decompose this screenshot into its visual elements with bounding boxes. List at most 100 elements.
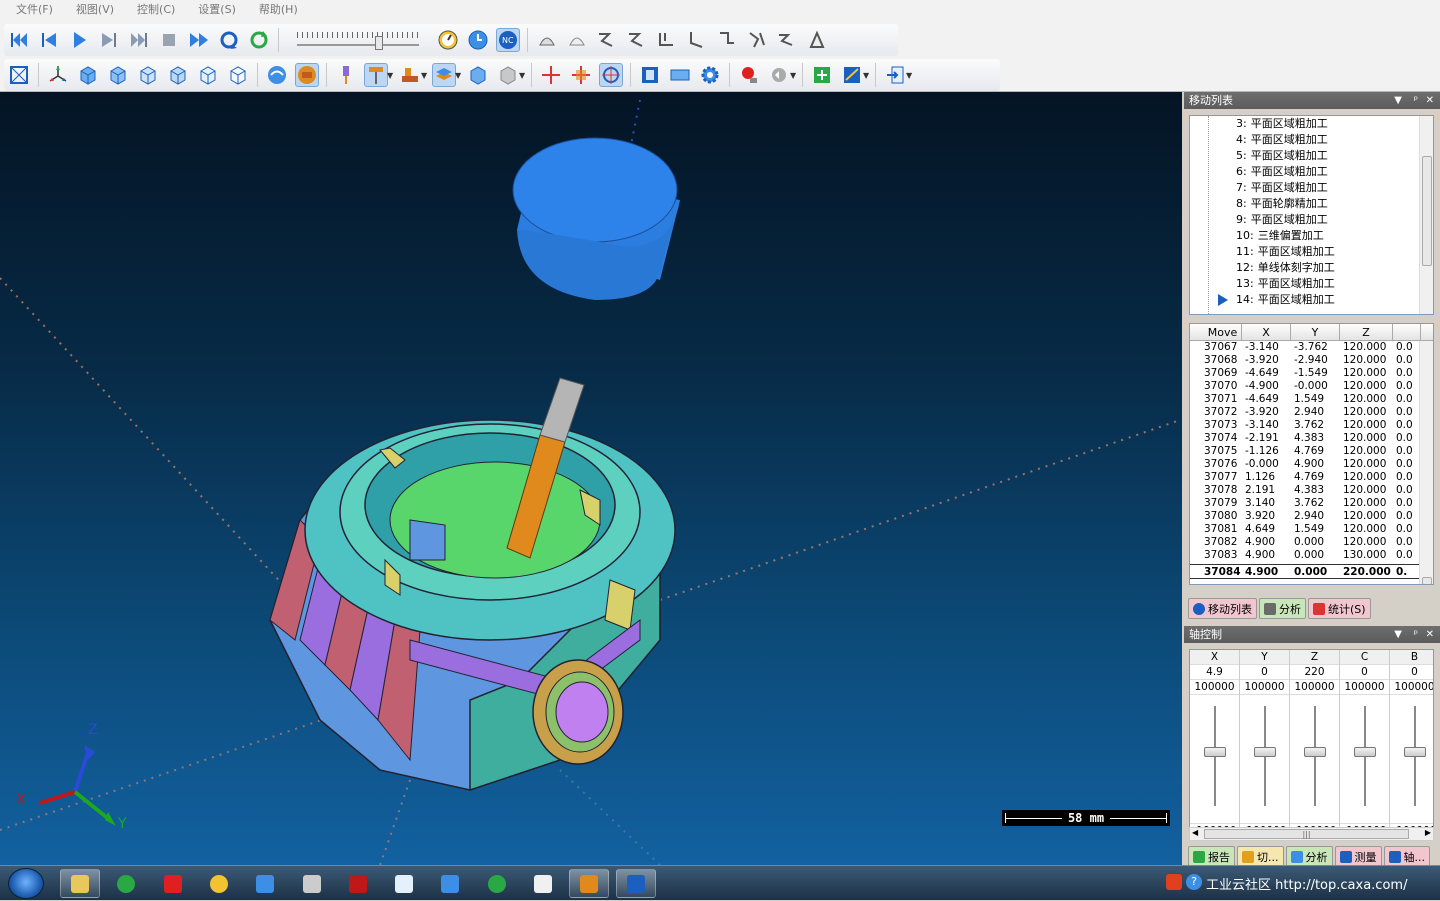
table-row[interactable]: 37082 4.900 0.000 120.000 0.0 xyxy=(1190,536,1433,549)
tool-path-2-icon[interactable] xyxy=(625,28,649,52)
taskbar-app-button[interactable] xyxy=(245,869,285,898)
layers-icon[interactable] xyxy=(496,63,520,87)
left-view-icon[interactable] xyxy=(136,63,160,87)
tool-path-8-icon[interactable] xyxy=(805,28,829,52)
table-row[interactable]: 37081 4.649 1.549 120.000 0.0 xyxy=(1190,523,1433,536)
tree-item[interactable]: 12: 单线体刻字加工 xyxy=(1190,260,1433,276)
scroll-thumb[interactable] xyxy=(1422,577,1432,584)
dropdown-arrow[interactable]: ▼ xyxy=(790,71,798,80)
col-move[interactable]: Move xyxy=(1190,324,1242,340)
tab-move-list[interactable]: 移动列表 xyxy=(1188,598,1257,619)
add-icon[interactable] xyxy=(810,63,834,87)
tree-item[interactable]: 8: 平面轮廓精加工 xyxy=(1190,196,1433,212)
tree-item[interactable]: 9: 平面区域粗加工 xyxy=(1190,212,1433,228)
tree-item[interactable]: 3: 平面区域粗加工 xyxy=(1190,116,1433,132)
taskbar-app-button[interactable] xyxy=(430,869,470,898)
iso-view-icon[interactable] xyxy=(46,63,70,87)
menu-control[interactable]: 控制(C) xyxy=(121,0,182,17)
skip-to-start-icon[interactable] xyxy=(7,28,31,52)
undo-icon[interactable] xyxy=(767,63,791,87)
table-row[interactable]: 37074 -2.191 4.383 120.000 0.0 xyxy=(1190,432,1433,445)
tab-statistics[interactable]: 统计(S) xyxy=(1308,598,1371,619)
axis-slider-thumb[interactable] xyxy=(1404,747,1426,757)
gauge-icon[interactable] xyxy=(436,28,460,52)
axis-value[interactable]: 4.9 xyxy=(1190,665,1239,680)
tree-item[interactable]: 13: 平面区域粗加工 xyxy=(1190,276,1433,292)
tree-item[interactable]: 14: 平面区域粗加工 xyxy=(1190,292,1433,308)
dropdown-arrow[interactable]: ▼ xyxy=(906,71,914,80)
tree-item[interactable]: 4: 平面区域粗加工 xyxy=(1190,132,1433,148)
axis-max[interactable]: 100000 xyxy=(1390,680,1433,695)
compare-icon[interactable] xyxy=(599,63,623,87)
scroll-thumb[interactable]: ||| xyxy=(1204,829,1409,839)
axis-value[interactable]: 220 xyxy=(1290,665,1339,680)
step-forward-icon[interactable] xyxy=(97,28,121,52)
film-icon[interactable] xyxy=(638,63,662,87)
col-z[interactable]: Z xyxy=(1340,324,1393,340)
nc-icon[interactable]: NC xyxy=(496,28,520,52)
tool-path-6-icon[interactable] xyxy=(745,28,769,52)
front-view-icon[interactable] xyxy=(76,63,100,87)
axis-max[interactable]: 100000 xyxy=(1190,680,1239,695)
dropdown-arrow[interactable]: ▼ xyxy=(519,71,527,80)
table-row[interactable]: 37071 -4.649 1.549 120.000 0.0 xyxy=(1190,393,1433,406)
drop-outline-icon[interactable] xyxy=(565,28,589,52)
refresh-icon[interactable] xyxy=(247,28,271,52)
loop-icon[interactable] xyxy=(217,28,241,52)
slider-thumb[interactable] xyxy=(375,36,383,50)
taskbar-app-button[interactable] xyxy=(292,869,332,898)
menu-help[interactable]: 帮助(H) xyxy=(243,0,305,17)
table-row[interactable]: 37067 -3.140 -3.762 120.000 0.0 xyxy=(1190,341,1433,354)
gear-icon[interactable] xyxy=(698,63,722,87)
pin-icon[interactable]: ᵖ xyxy=(1414,626,1418,643)
tool-holder-icon[interactable] xyxy=(364,63,388,87)
pin-icon[interactable]: ᵖ xyxy=(1414,92,1418,109)
tool-path-3-icon[interactable] xyxy=(655,28,679,52)
table-row[interactable]: 37068 -3.920 -2.940 120.000 0.0 xyxy=(1190,354,1433,367)
axis-slider-thumb[interactable] xyxy=(1204,747,1226,757)
taskbar-app-button[interactable] xyxy=(106,869,146,898)
col-extra[interactable] xyxy=(1393,324,1421,340)
col-x[interactable]: X xyxy=(1242,324,1291,340)
taskbar-app-button[interactable] xyxy=(153,869,193,898)
panel-menu-icon[interactable]: ▼ xyxy=(1394,626,1402,643)
table-row[interactable]: 37079 3.140 3.762 120.000 0.0 xyxy=(1190,497,1433,510)
tool-path-5-icon[interactable] xyxy=(715,28,739,52)
top-view-icon[interactable] xyxy=(196,63,220,87)
stop-icon[interactable] xyxy=(157,28,181,52)
tree-item[interactable]: 11: 平面区域粗加工 xyxy=(1190,244,1433,260)
close-icon[interactable]: ✕ xyxy=(1426,626,1434,643)
taskbar-app-button[interactable] xyxy=(338,869,378,898)
axis-max[interactable]: 100000 xyxy=(1340,680,1389,695)
taskbar-app-button[interactable] xyxy=(569,869,610,898)
scroll-right-icon[interactable]: ▶ xyxy=(1425,828,1431,837)
bottom-view-icon[interactable] xyxy=(226,63,250,87)
col-y[interactable]: Y xyxy=(1291,324,1340,340)
record-icon[interactable] xyxy=(737,63,761,87)
tab-cut[interactable]: 切... xyxy=(1237,846,1284,867)
drop-icon[interactable] xyxy=(535,28,559,52)
skip-to-end-icon[interactable] xyxy=(127,28,151,52)
dropdown-arrow[interactable]: ▼ xyxy=(455,71,463,80)
tab-report[interactable]: 报告 xyxy=(1188,846,1235,867)
sphere-icon[interactable] xyxy=(265,63,289,87)
table-row[interactable]: 37069 -4.649 -1.549 120.000 0.0 xyxy=(1190,367,1433,380)
menu-settings[interactable]: 设置(S) xyxy=(182,0,243,17)
table-row[interactable]: 37080 3.920 2.940 120.000 0.0 xyxy=(1190,510,1433,523)
tree-item[interactable]: 10: 三维偏置加工 xyxy=(1190,228,1433,244)
table-row[interactable]: 37072 -3.920 2.940 120.000 0.0 xyxy=(1190,406,1433,419)
tree-item[interactable]: 7: 平面区域粗加工 xyxy=(1190,180,1433,196)
tab-analysis[interactable]: 分析 xyxy=(1259,598,1306,619)
origin-icon[interactable] xyxy=(539,63,563,87)
tool-path-4-icon[interactable] xyxy=(685,28,709,52)
clock-icon[interactable] xyxy=(466,28,490,52)
axis-value[interactable]: 0 xyxy=(1240,665,1289,680)
table-row[interactable]: 37083 4.900 0.000 130.000 0.0 xyxy=(1190,549,1433,562)
fixture-icon[interactable] xyxy=(398,63,422,87)
taskbar-app-button[interactable] xyxy=(199,869,239,898)
tree-item[interactable]: 5: 平面区域粗加工 xyxy=(1190,148,1433,164)
axis-max[interactable]: 100000 xyxy=(1240,680,1289,695)
taskbar-app-button[interactable] xyxy=(384,869,424,898)
tab-analysis-2[interactable]: 分析 xyxy=(1285,846,1333,867)
table-row[interactable]: 37076 -0.000 4.900 120.000 0.0 xyxy=(1190,458,1433,471)
